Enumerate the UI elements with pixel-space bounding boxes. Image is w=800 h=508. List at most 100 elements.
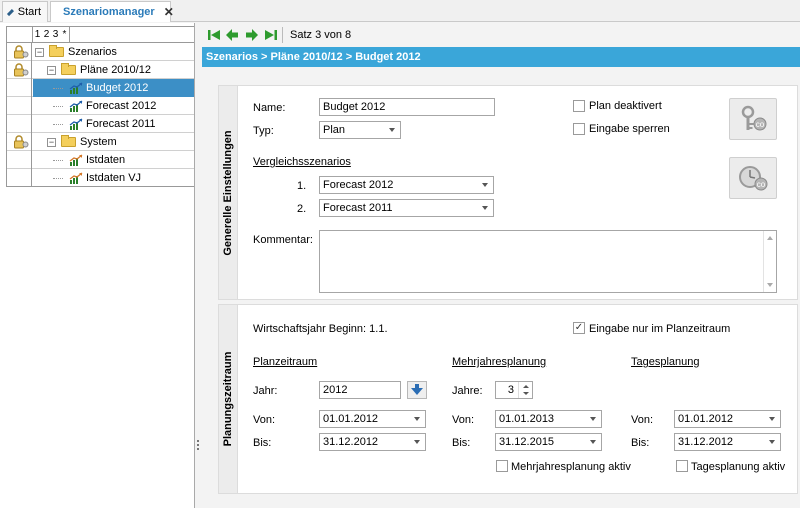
tree-row-content: − Szenarios <box>33 43 194 61</box>
next-record-icon[interactable] <box>244 27 260 43</box>
tree-connector <box>53 124 63 125</box>
tree-row-istdaten-vj[interactable]: Istdaten VJ <box>6 169 194 187</box>
tree-row-content: − Pläne 2010/12 <box>33 61 194 79</box>
tree-row-system[interactable]: − System <box>6 133 194 151</box>
type-select[interactable]: Plan <box>319 121 401 139</box>
tab-bar: Start Szenariomanager ✕ <box>0 0 800 22</box>
scroll-down-icon[interactable] <box>767 283 773 287</box>
tree-level-2-button[interactable]: 2 <box>42 27 51 42</box>
first-record-icon[interactable] <box>206 27 222 43</box>
fiscal-year-text: Wirtschaftsjahr Beginn: 1.1. <box>253 323 388 335</box>
tree-row-plaene[interactable]: − Pläne 2010/12 <box>6 61 194 79</box>
clock-button[interactable]: co <box>729 157 777 199</box>
tree-header-spacer <box>69 27 194 42</box>
tree-item-label: System <box>80 136 117 148</box>
plan-from-date[interactable]: 01.01.2012 <box>319 410 426 428</box>
comparison-2-index: 2. <box>297 203 307 215</box>
comparison-2-select[interactable]: Forecast 2011 <box>319 199 494 217</box>
daily-to-value: 31.12.2012 <box>678 436 734 448</box>
comment-scrollbar[interactable] <box>763 231 776 292</box>
tree-row-szenarios[interactable]: − Szenarios <box>6 43 194 61</box>
tab-szenariomanager-label: Szenariomanager <box>63 6 155 18</box>
lock-input-checkbox[interactable] <box>573 123 585 135</box>
tree-item-label: Szenarios <box>68 46 117 58</box>
multi-to-date[interactable]: 31.12.2015 <box>495 433 602 451</box>
comparison-scenarios-label: Vergleichsszenarios <box>253 156 351 168</box>
close-icon[interactable]: ✕ <box>164 5 174 19</box>
lock-cell <box>6 151 32 169</box>
plan-disabled-checkbox[interactable] <box>573 100 585 112</box>
tree-item-label: Forecast 2012 <box>86 100 157 112</box>
chevron-down-icon <box>482 183 488 187</box>
multi-from-value: 01.01.2013 <box>499 413 555 425</box>
year-pick-button[interactable] <box>407 381 427 399</box>
collapse-icon[interactable]: − <box>47 66 56 75</box>
type-select-value: Plan <box>323 124 346 136</box>
plan-from-value: 01.01.2012 <box>323 413 379 425</box>
scenario-chart-icon <box>69 118 83 130</box>
stepper-buttons[interactable] <box>518 382 532 398</box>
general-settings-title: Generelle Einstellungen <box>222 129 234 256</box>
tree-level-1-button[interactable]: 1 <box>33 27 42 42</box>
daily-to-date[interactable]: 31.12.2012 <box>674 433 781 451</box>
svg-text:co: co <box>756 120 765 129</box>
lock-cell <box>6 97 32 115</box>
tab-szenariomanager[interactable]: Szenariomanager ✕ <box>50 1 174 22</box>
chevron-down-icon <box>482 206 488 210</box>
chevron-down-icon <box>414 417 420 421</box>
tree-row-content: − System <box>33 133 194 151</box>
prev-record-icon[interactable] <box>224 27 240 43</box>
daily-from-label: Von: <box>631 414 654 426</box>
multi-from-date[interactable]: 01.01.2013 <box>495 410 602 428</box>
general-settings-header: Generelle Einstellungen <box>219 86 238 299</box>
scroll-up-icon[interactable] <box>767 236 773 240</box>
tree-row-istdaten[interactable]: Istdaten <box>6 151 194 169</box>
only-in-period-label: Eingabe nur im Planzeitraum <box>589 323 731 335</box>
comment-textarea[interactable] <box>319 230 777 293</box>
keys-button[interactable]: co <box>729 98 777 140</box>
tree-connector <box>53 178 63 179</box>
navigator-separator <box>282 27 283 43</box>
scenario-tree-panel: 1 2 3 * − Szenarios − Pläne 2010/12 Budg… <box>0 23 195 508</box>
tab-start[interactable]: Start <box>2 1 48 22</box>
tree-level-3-button[interactable]: 3 <box>51 27 60 42</box>
tree-row-forecast-2012[interactable]: Forecast 2012 <box>6 97 194 115</box>
daily-from-date[interactable]: 01.01.2012 <box>674 410 781 428</box>
tree-connector <box>53 160 63 161</box>
name-label: Name: <box>253 102 286 114</box>
tree-row-content: Istdaten <box>33 151 194 169</box>
stepper-down-icon[interactable] <box>523 392 529 395</box>
multi-year-active-label: Mehrjahresplanung aktiv <box>511 461 631 473</box>
name-field[interactable]: Budget 2012 <box>319 98 495 116</box>
comparison-1-select[interactable]: Forecast 2012 <box>319 176 494 194</box>
tree-row-content: Forecast 2012 <box>33 97 194 115</box>
tab-start-label: Start <box>17 6 41 18</box>
lock-cell <box>6 169 32 187</box>
year-label: Jahr: <box>253 385 278 397</box>
chevron-down-icon <box>590 417 596 421</box>
multi-year-active-checkbox[interactable] <box>496 460 508 472</box>
stepper-up-icon[interactable] <box>523 385 529 388</box>
plan-to-label: Bis: <box>253 437 272 449</box>
only-in-period-checkbox[interactable]: ✓ <box>573 322 585 334</box>
diamond-icon <box>54 9 60 15</box>
tree-row-content: Forecast 2011 <box>33 115 194 133</box>
tree-level-all-button[interactable]: * <box>60 27 69 42</box>
tree-row-forecast-2011[interactable]: Forecast 2011 <box>6 115 194 133</box>
scenario-chart-icon <box>69 100 83 112</box>
comparison-1-value: Forecast 2012 <box>323 179 394 191</box>
years-stepper[interactable]: 3 <box>495 381 533 399</box>
comparison-2-value: Forecast 2011 <box>323 202 393 214</box>
collapse-icon[interactable]: − <box>35 48 44 57</box>
daily-active-checkbox[interactable] <box>676 460 688 472</box>
collapse-icon[interactable]: − <box>47 138 56 147</box>
year-field[interactable]: 2012 <box>319 381 401 399</box>
last-record-icon[interactable] <box>263 27 279 43</box>
plan-to-date[interactable]: 31.12.2012 <box>319 433 426 451</box>
splitter-handle[interactable] <box>197 440 200 454</box>
lock-cell <box>6 133 32 151</box>
tree-row-budget-2012[interactable]: Budget 2012 <box>6 79 194 97</box>
tree-header: 1 2 3 * <box>6 26 194 43</box>
record-navigator: Satz 3 von 8 <box>202 23 800 47</box>
multi-from-label: Von: <box>452 414 475 426</box>
